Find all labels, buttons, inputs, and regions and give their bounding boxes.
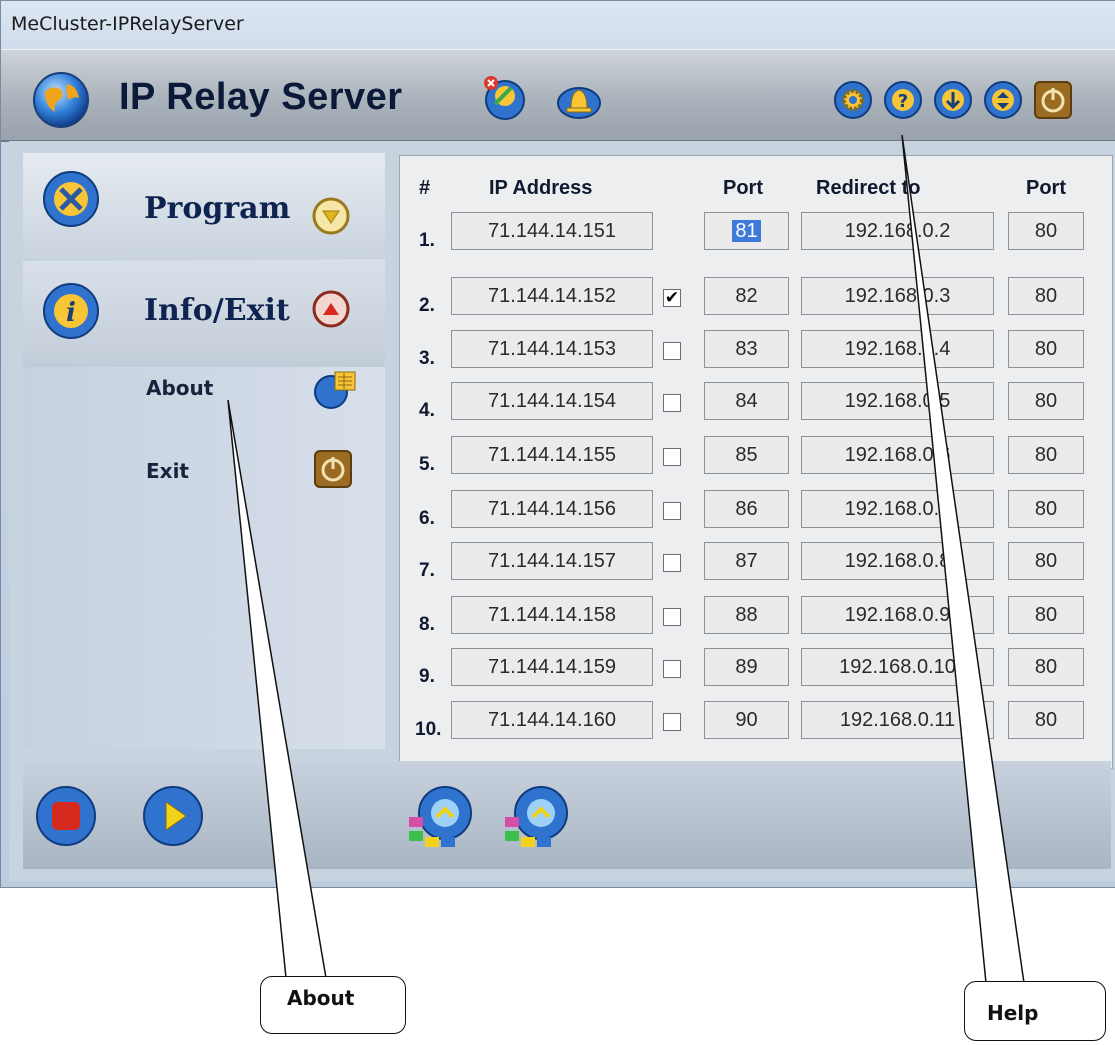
about-callout-pointer <box>227 399 327 979</box>
help-callout-text: Help <box>987 1001 1039 1025</box>
about-callout: About <box>260 976 406 1034</box>
help-callout-pointer <box>901 134 1025 984</box>
help-callout: Help <box>964 981 1106 1041</box>
callout-pointers <box>227 134 1025 984</box>
about-callout-text: About <box>287 986 355 1010</box>
